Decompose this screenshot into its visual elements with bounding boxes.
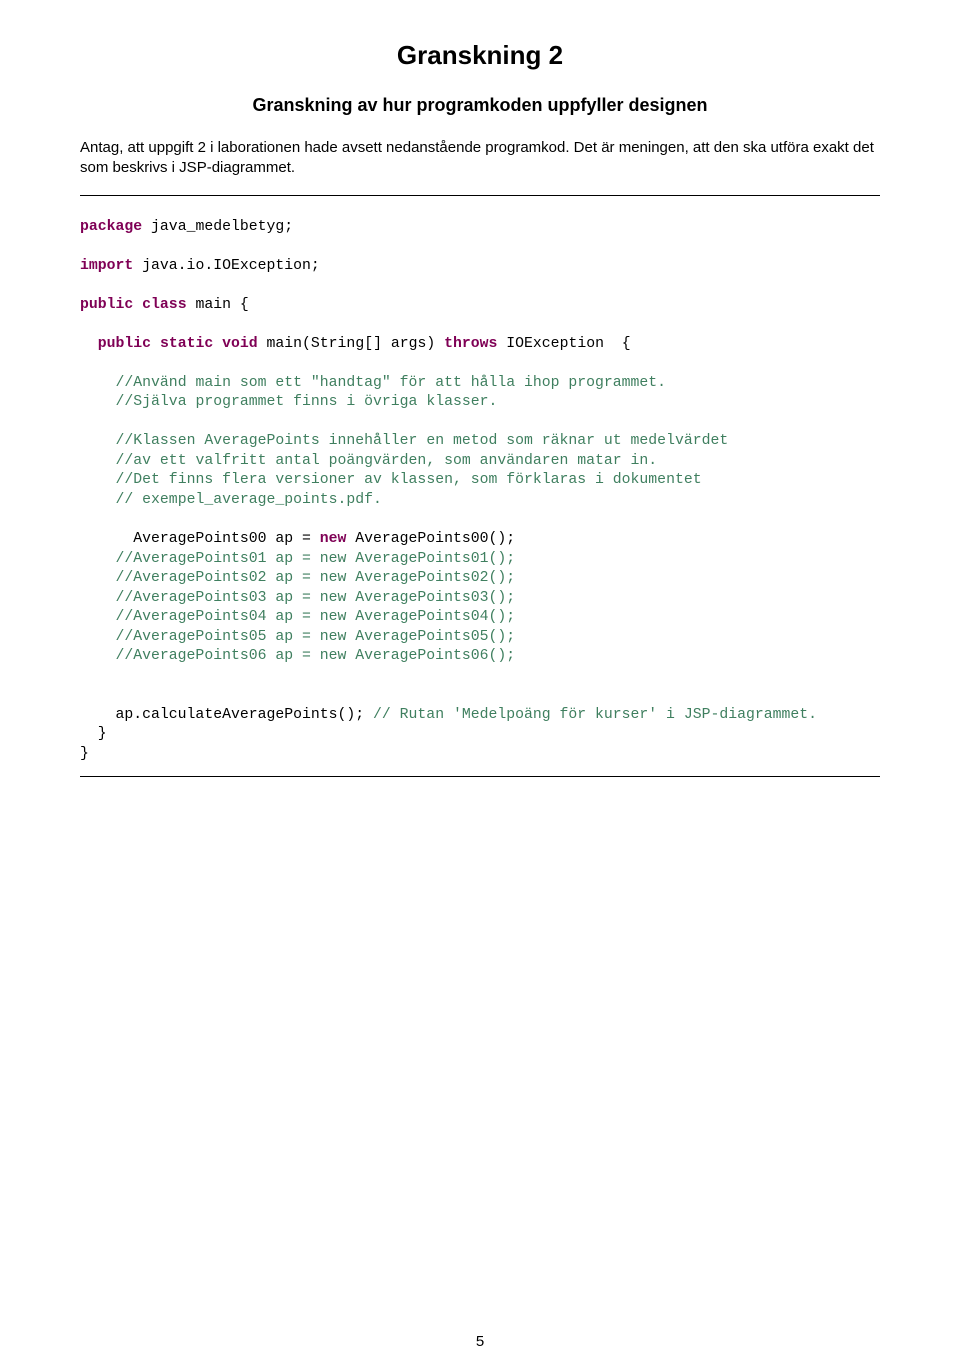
keyword-public: public	[80, 297, 133, 313]
code-text: java_medelbetyg;	[142, 219, 293, 235]
code-text: IOException {	[497, 336, 630, 352]
page-title: Granskning 2	[80, 40, 880, 71]
code-comment: // exempel_average_points.pdf.	[116, 492, 382, 508]
code-text: main(String[] args)	[258, 336, 444, 352]
code-text: ap.calculateAveragePoints();	[80, 707, 373, 723]
keyword-static: static	[160, 336, 213, 352]
divider-top	[80, 195, 880, 196]
code-text: }	[80, 746, 89, 762]
code-comment: // Rutan 'Medelpoäng för kurser' i JSP-d…	[373, 707, 817, 723]
keyword-void: void	[222, 336, 258, 352]
code-comment: //av ett valfritt antal poängvärden, som…	[116, 453, 658, 469]
code-comment: //AveragePoints02 ap = new AveragePoints…	[80, 570, 515, 586]
code-comment: //AveragePoints05 ap = new AveragePoints…	[80, 629, 515, 645]
code-comment: //AveragePoints01 ap = new AveragePoints…	[80, 551, 515, 567]
code-text: java.io.IOException;	[133, 258, 319, 274]
keyword-package: package	[80, 219, 142, 235]
keyword-public: public	[98, 336, 151, 352]
code-comment: //Klassen AveragePoints innehåller en me…	[116, 433, 729, 449]
code-comment: //AveragePoints03 ap = new AveragePoints…	[80, 590, 515, 606]
intro-paragraph: Antag, att uppgift 2 i laborationen hade…	[80, 138, 880, 179]
document-page: Granskning 2 Granskning av hur programko…	[0, 0, 960, 1370]
keyword-throws: throws	[444, 336, 497, 352]
code-text: }	[80, 726, 107, 742]
code-comment: //Det finns flera versioner av klassen, …	[116, 472, 702, 488]
divider-bottom	[80, 776, 880, 777]
code-comment: //Själva programmet finns i övriga klass…	[116, 394, 498, 410]
code-text: main {	[187, 297, 249, 313]
keyword-class: class	[142, 297, 186, 313]
code-comment: //AveragePoints04 ap = new AveragePoints…	[80, 609, 515, 625]
code-text: AveragePoints00();	[346, 531, 515, 547]
keyword-import: import	[80, 258, 133, 274]
code-text: AveragePoints00 ap =	[80, 531, 320, 547]
keyword-new: new	[320, 531, 347, 547]
code-comment: //Använd main som ett "handtag" för att …	[116, 375, 667, 391]
code-comment: //AveragePoints06 ap = new AveragePoints…	[80, 648, 515, 664]
page-subtitle: Granskning av hur programkoden uppfyller…	[80, 95, 880, 116]
code-block: package java_medelbetyg; import java.io.…	[80, 218, 880, 765]
page-number: 5	[0, 1333, 960, 1350]
